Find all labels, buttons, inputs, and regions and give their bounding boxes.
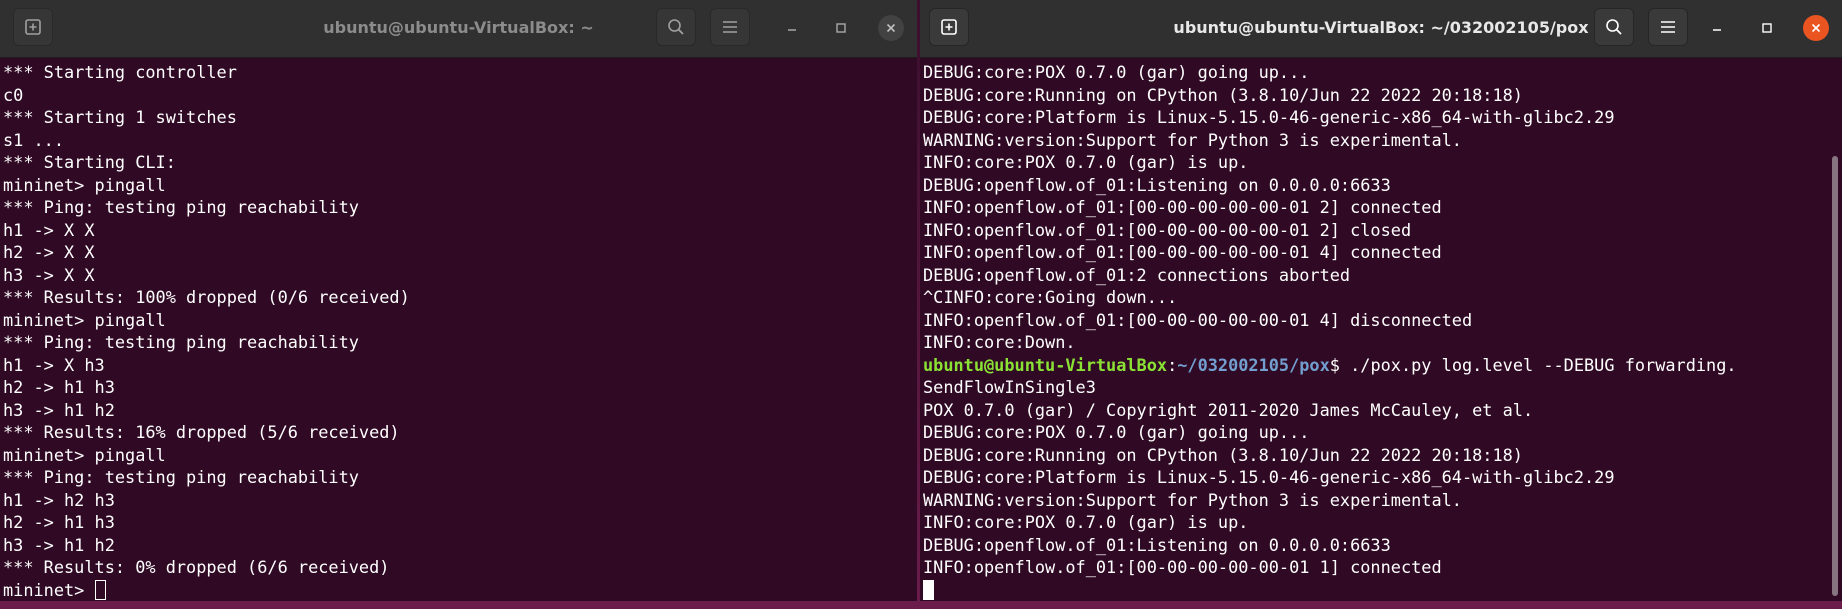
output-line: mininet> pingall (3, 174, 166, 195)
minimize-icon (1713, 29, 1721, 31)
hamburger-menu-icon (723, 21, 737, 33)
output-line: WARNING:version:Support for Python 3 is … (923, 129, 1462, 150)
output-line: *** Results: 16% dropped (5/6 received) (3, 422, 400, 442)
maximize-icon (836, 23, 846, 33)
search-icon (1606, 19, 1622, 35)
left-titlebar[interactable]: ubuntu@ubuntu-VirtualBox: ~ (0, 0, 917, 58)
output-line: *** Results: 0% dropped (6/6 received) (3, 557, 390, 577)
prompt-separator: : (1167, 354, 1178, 375)
new-tab-button[interactable] (13, 8, 53, 46)
maximize-button[interactable] (1754, 15, 1780, 41)
minimize-button[interactable] (779, 15, 805, 41)
search-button[interactable] (1594, 8, 1634, 46)
output-line: INFO:core:POX 0.7.0 (gar) is up. (923, 512, 1249, 532)
output-line: mininet> pingall (3, 444, 166, 465)
mininet-prompt: mininet> (3, 579, 95, 600)
output-line: h2 -> X X (3, 242, 95, 262)
output-line: c0 (3, 84, 24, 105)
text-cursor (923, 579, 934, 600)
output-line: DEBUG:core:Running on CPython (3.8.10/Ju… (923, 84, 1523, 105)
maximize-icon (1762, 23, 1772, 33)
shell-command-line: ubuntu@ubuntu-VirtualBox:~/032002105/pox… (923, 354, 1842, 377)
output-line: INFO:openflow.of_01:[00-00-00-00-00-01 4… (923, 242, 1442, 262)
output-line: mininet> pingall (3, 309, 166, 330)
output-line: DEBUG:core:Platform is Linux-5.15.0-46-g… (923, 467, 1615, 487)
search-icon (668, 19, 684, 35)
output-line: h3 -> h1 h2 (3, 399, 115, 420)
terminal-output[interactable]: *** Starting controller c0 *** Starting … (0, 57, 917, 601)
menu-button[interactable] (710, 8, 750, 46)
output-line: DEBUG:core:Platform is Linux-5.15.0-46-g… (923, 107, 1615, 127)
shell-command: ./pox.py log.level --DEBUG forwarding. (1350, 354, 1737, 375)
new-tab-icon (25, 19, 41, 35)
text-cursor (94, 579, 106, 600)
output-line: WARNING:version:Support for Python 3 is … (923, 489, 1462, 510)
prompt-dollar: $ (1329, 354, 1351, 375)
right-terminal-window[interactable]: ubuntu@ubuntu-VirtualBox: ~/032002105/po… (920, 0, 1842, 601)
output-line: INFO:openflow.of_01:[00-00-00-00-00-01 1… (923, 557, 1442, 577)
output-line: *** Ping: testing ping reachability (3, 197, 359, 217)
output-line: *** Ping: testing ping reachability (3, 467, 359, 487)
terminal-output[interactable]: DEBUG:core:POX 0.7.0 (gar) going up... D… (920, 57, 1842, 601)
new-tab-button[interactable] (929, 8, 969, 46)
output-line: *** Starting CLI: (3, 152, 176, 172)
output-line: h2 -> h1 h3 (3, 377, 115, 397)
command-prompt-line[interactable]: mininet> (3, 579, 917, 602)
output-line: *** Ping: testing ping reachability (3, 332, 359, 352)
new-tab-icon (941, 19, 957, 35)
output-line: DEBUG:core:Running on CPython (3.8.10/Ju… (923, 444, 1523, 465)
vertical-scrollbar[interactable] (1832, 156, 1838, 596)
output-line: DEBUG:core:POX 0.7.0 (gar) going up... (923, 62, 1310, 82)
close-icon (1811, 23, 1821, 33)
output-line: DEBUG:core:POX 0.7.0 (gar) going up... (923, 422, 1310, 442)
shell-command-continuation: SendFlowInSingle3 (923, 377, 1096, 397)
menu-button[interactable] (1648, 8, 1688, 46)
output-line: h2 -> h1 h3 (3, 512, 115, 532)
output-line: h1 -> X h3 (3, 354, 105, 375)
maximize-button[interactable] (828, 15, 854, 41)
close-button[interactable] (1803, 15, 1829, 41)
close-icon (886, 23, 896, 33)
cursor-line[interactable] (923, 579, 1842, 602)
output-line: ^CINFO:core:Going down... (923, 287, 1178, 307)
hamburger-menu-icon (1661, 21, 1675, 33)
output-line: h1 -> h2 h3 (3, 489, 115, 510)
output-line: INFO:openflow.of_01:[00-00-00-00-00-01 4… (923, 309, 1473, 330)
prompt-user-host: ubuntu@ubuntu-VirtualBox (923, 354, 1168, 375)
output-line: *** Starting controller (3, 62, 237, 82)
left-terminal-window[interactable]: ubuntu@ubuntu-VirtualBox: ~ *** Starting… (0, 0, 917, 601)
output-line: *** Starting 1 switches (3, 107, 237, 127)
output-line: DEBUG:openflow.of_01:2 connections abort… (923, 264, 1351, 285)
output-line: h1 -> X X (3, 219, 95, 240)
prompt-path: ~/032002105/pox (1177, 354, 1330, 375)
output-line: DEBUG:openflow.of_01:Listening on 0.0.0.… (923, 174, 1391, 195)
right-titlebar[interactable]: ubuntu@ubuntu-VirtualBox: ~/032002105/po… (920, 0, 1842, 58)
output-line: INFO:openflow.of_01:[00-00-00-00-00-01 2… (923, 197, 1442, 217)
output-line: POX 0.7.0 (gar) / Copyright 2011-2020 Ja… (923, 399, 1534, 420)
output-line: DEBUG:openflow.of_01:Listening on 0.0.0.… (923, 534, 1391, 555)
minimize-button[interactable] (1704, 15, 1730, 41)
output-line: INFO:openflow.of_01:[00-00-00-00-00-01 2… (923, 219, 1412, 240)
output-line: *** Results: 100% dropped (0/6 received) (3, 287, 410, 307)
search-button[interactable] (656, 8, 696, 46)
output-line: h3 -> h1 h2 (3, 534, 115, 555)
output-line: INFO:core:Down. (923, 332, 1076, 352)
minimize-icon (788, 29, 796, 31)
close-button[interactable] (878, 15, 904, 41)
output-line: s1 ... (3, 129, 65, 150)
output-line: INFO:core:POX 0.7.0 (gar) is up. (923, 152, 1249, 172)
output-line: h3 -> X X (3, 264, 95, 285)
